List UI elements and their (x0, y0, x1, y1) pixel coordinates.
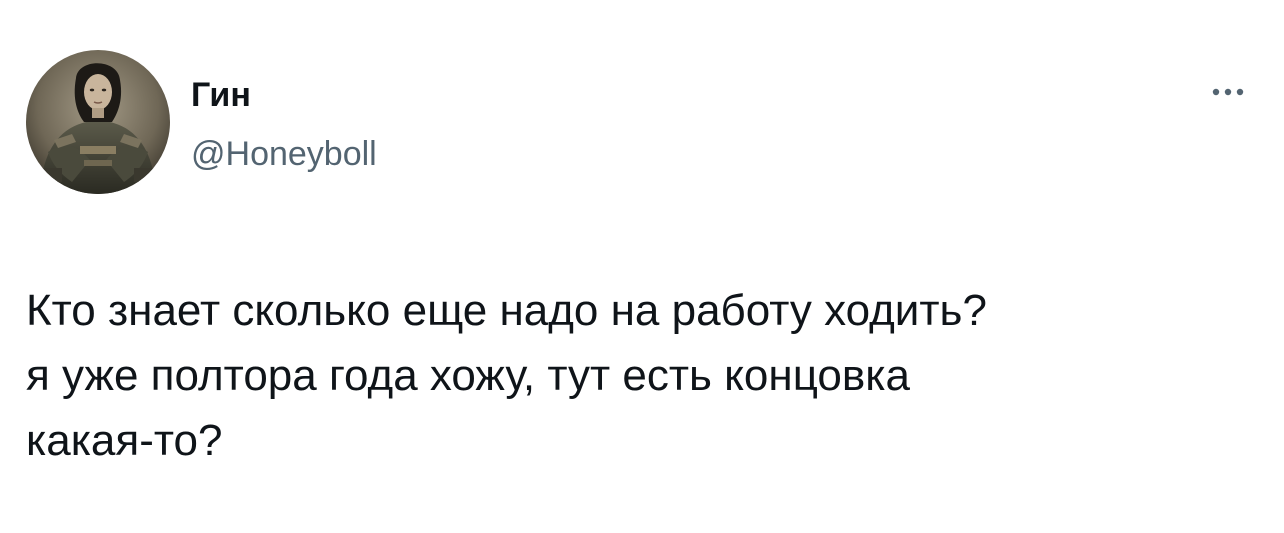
author-handle[interactable]: @Honeyboll (191, 132, 377, 176)
more-horizontal-icon (1212, 88, 1244, 96)
more-options-button[interactable] (1200, 76, 1256, 108)
tweet-text: Кто знает сколько еще надо на работу ход… (26, 286, 987, 465)
tweet-card: Гин @Honeyboll Кто знает сколько еще над… (0, 0, 1284, 533)
avatar-image-icon (26, 50, 170, 194)
profile-avatar[interactable] (26, 50, 170, 194)
author-display-name[interactable]: Гин (191, 73, 251, 117)
